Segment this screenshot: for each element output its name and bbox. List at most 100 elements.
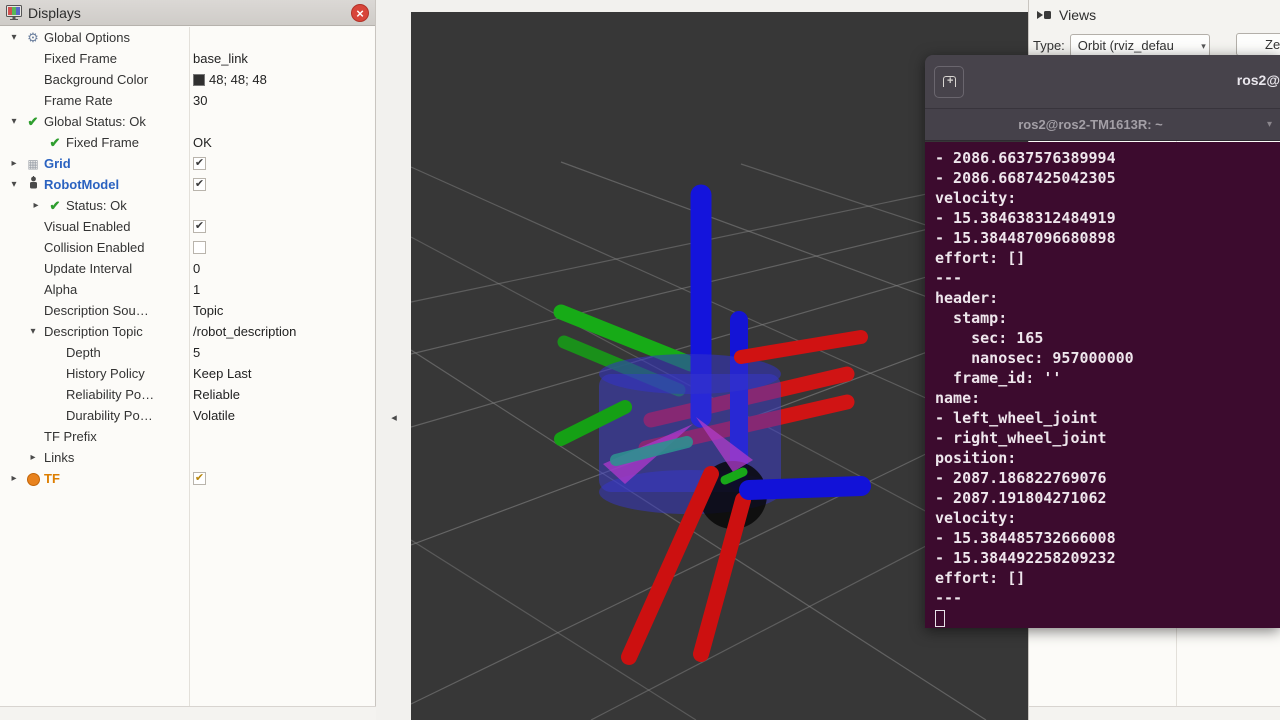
tree-row-label: Description Sou… xyxy=(44,303,149,318)
tree-row[interactable]: Depth 5 xyxy=(0,342,374,363)
views-panel-header[interactable]: Views xyxy=(1029,0,1280,30)
expander-icon[interactable]: ▾ xyxy=(6,32,22,43)
tree-row[interactable]: Background Color 48; 48; 48 xyxy=(0,69,374,90)
robot-model xyxy=(561,195,861,657)
tree-row[interactable]: TF Prefix xyxy=(0,426,374,447)
tree-row-value[interactable]: ✔ xyxy=(193,216,206,237)
expander-icon[interactable]: ▸ xyxy=(22,452,44,463)
checkbox-unchecked[interactable] xyxy=(193,241,206,254)
panel-splitter[interactable]: ◂ xyxy=(377,0,411,720)
tree-row-label: Background Color xyxy=(44,72,148,87)
value-text: 5 xyxy=(193,345,200,360)
views-panel-footer xyxy=(1029,706,1280,720)
checkbox-checked[interactable]: ✔ xyxy=(193,178,206,191)
tree-row-label: Depth xyxy=(66,345,101,360)
expander-icon[interactable]: ▸ xyxy=(28,200,44,211)
tree-row[interactable]: ▾⚙Global Options xyxy=(0,27,374,48)
tree-row[interactable]: Durability Po…Volatile xyxy=(0,405,374,426)
tree-row-label: Alpha xyxy=(44,282,77,297)
tree-row[interactable]: ▸✔Status: Ok xyxy=(0,195,374,216)
tree-row[interactable]: ▸Links xyxy=(0,447,374,468)
tree-row[interactable]: ▸▦Grid✔ xyxy=(0,153,374,174)
tree-row[interactable]: ▾Description Topic/robot_description xyxy=(0,321,374,342)
expander-icon[interactable]: ▸ xyxy=(6,158,22,169)
tree-row-value[interactable]: 5 xyxy=(193,342,200,363)
tree-row-value[interactable]: Keep Last xyxy=(193,363,252,384)
value-text: Reliable xyxy=(193,387,240,402)
zero-button[interactable]: Ze xyxy=(1236,33,1280,56)
terminal-line: name: xyxy=(935,388,1280,408)
terminal-tab[interactable]: ros2@ros2-TM1613R: ~ xyxy=(925,109,1256,142)
tree-row-label: Global Status: Ok xyxy=(44,114,146,129)
tree-row-value[interactable]: Volatile xyxy=(193,405,235,426)
tree-row[interactable]: Description Sou… Topic xyxy=(0,300,374,321)
tree-row[interactable]: Visual Enabled✔ xyxy=(0,216,374,237)
grid-icon: ▦ xyxy=(22,157,44,171)
checkbox-checked[interactable]: ✔ xyxy=(193,472,206,485)
checkbox-checked[interactable]: ✔ xyxy=(193,157,206,170)
status-ok-icon: ✔ xyxy=(22,114,44,130)
terminal-line: - 2086.6637576389994 xyxy=(935,148,1280,168)
tree-row-value[interactable]: base_link xyxy=(193,48,248,69)
terminal-line: stamp: xyxy=(935,308,1280,328)
rviz-window: Views Type: Orbit (rviz_defau ▾ Ze xyxy=(0,0,1280,720)
tree-row[interactable]: Update Interval0 xyxy=(0,258,374,279)
tree-row[interactable]: History Policy Keep Last xyxy=(0,363,374,384)
tree-row-value[interactable]: ✔ xyxy=(193,174,206,195)
tree-row-value[interactable]: /robot_description xyxy=(193,321,296,342)
checkbox-checked[interactable]: ✔ xyxy=(193,220,206,233)
value-text: Volatile xyxy=(193,408,235,423)
tree-row[interactable]: ▾✔Global Status: Ok xyxy=(0,111,374,132)
new-tab-button[interactable]: + xyxy=(934,66,964,98)
terminal-output[interactable]: - 2086.6637576389994- 2086.6687425042305… xyxy=(925,142,1280,628)
terminal-line: - 15.384485732666008 xyxy=(935,528,1280,548)
value-text: /robot_description xyxy=(193,324,296,339)
status-ok-icon: ✔ xyxy=(44,135,66,151)
collapse-arrow-icon[interactable]: ◂ xyxy=(388,408,400,428)
terminal-headerbar[interactable]: + ros2@ xyxy=(925,55,1280,108)
terminal-line: - left_wheel_joint xyxy=(935,408,1280,428)
terminal-line: - 15.384492258209232 xyxy=(935,548,1280,568)
camera-icon xyxy=(1037,10,1052,20)
tree-row-value[interactable]: 0 xyxy=(193,258,200,279)
expander-icon[interactable]: ▾ xyxy=(22,326,44,337)
expander-icon[interactable]: ▾ xyxy=(6,179,22,190)
tree-row-label: Frame Rate xyxy=(44,93,113,108)
tree-row[interactable]: ✔Fixed FrameOK xyxy=(0,132,374,153)
terminal-line: position: xyxy=(935,448,1280,468)
chevron-down-icon[interactable]: ▾ xyxy=(1267,109,1272,141)
terminal-line: nanosec: 957000000 xyxy=(935,348,1280,368)
tree-row[interactable]: Alpha 1 xyxy=(0,279,374,300)
view-type-select[interactable]: Orbit (rviz_defau ▾ xyxy=(1070,34,1210,57)
value-text: 30 xyxy=(193,93,207,108)
terminal-line: header: xyxy=(935,288,1280,308)
tree-row[interactable]: Frame Rate 30 xyxy=(0,90,374,111)
tree-row-value[interactable]: ✔ xyxy=(193,153,206,174)
tree-row-value[interactable]: Reliable xyxy=(193,384,240,405)
value-text: Topic xyxy=(193,303,223,318)
tree-row-value[interactable]: OK xyxy=(193,132,212,153)
expander-icon[interactable]: ▸ xyxy=(6,473,22,484)
expander-icon[interactable]: ▾ xyxy=(6,116,22,127)
tf-icon xyxy=(27,473,40,486)
displays-panel-title: Displays xyxy=(28,5,81,21)
tree-row[interactable]: ▸TF✔ xyxy=(0,468,374,489)
tree-row[interactable]: Collision Enabled xyxy=(0,237,374,258)
tree-row-value[interactable] xyxy=(193,237,206,258)
tree-row-label: Description Topic xyxy=(44,324,143,339)
tree-row-label: History Policy xyxy=(66,366,145,381)
tree-row-value[interactable]: 48; 48; 48 xyxy=(193,69,267,90)
tree-row[interactable]: ▾RobotModel✔ xyxy=(0,174,374,195)
tree-row-label: Global Options xyxy=(44,30,130,45)
close-icon[interactable]: × xyxy=(351,4,369,22)
tree-row-value[interactable]: ✔ xyxy=(193,468,206,489)
tree-row[interactable]: Fixed Framebase_link xyxy=(0,48,374,69)
displays-titlebar[interactable]: Displays × xyxy=(0,0,375,26)
tree-row-value[interactable]: 30 xyxy=(193,90,207,111)
tree-row-value[interactable]: 1 xyxy=(193,279,200,300)
terminal-window[interactable]: + ros2@ ros2@ros2-TM1613R: ~ ▾ - 2086.66… xyxy=(925,55,1280,628)
displays-tree: ▾⚙Global OptionsFixed Framebase_linkBack… xyxy=(0,27,374,706)
terminal-tabbar: ros2@ros2-TM1613R: ~ ▾ xyxy=(925,108,1280,141)
tree-row[interactable]: Reliability Po…Reliable xyxy=(0,384,374,405)
tree-row-value[interactable]: Topic xyxy=(193,300,223,321)
